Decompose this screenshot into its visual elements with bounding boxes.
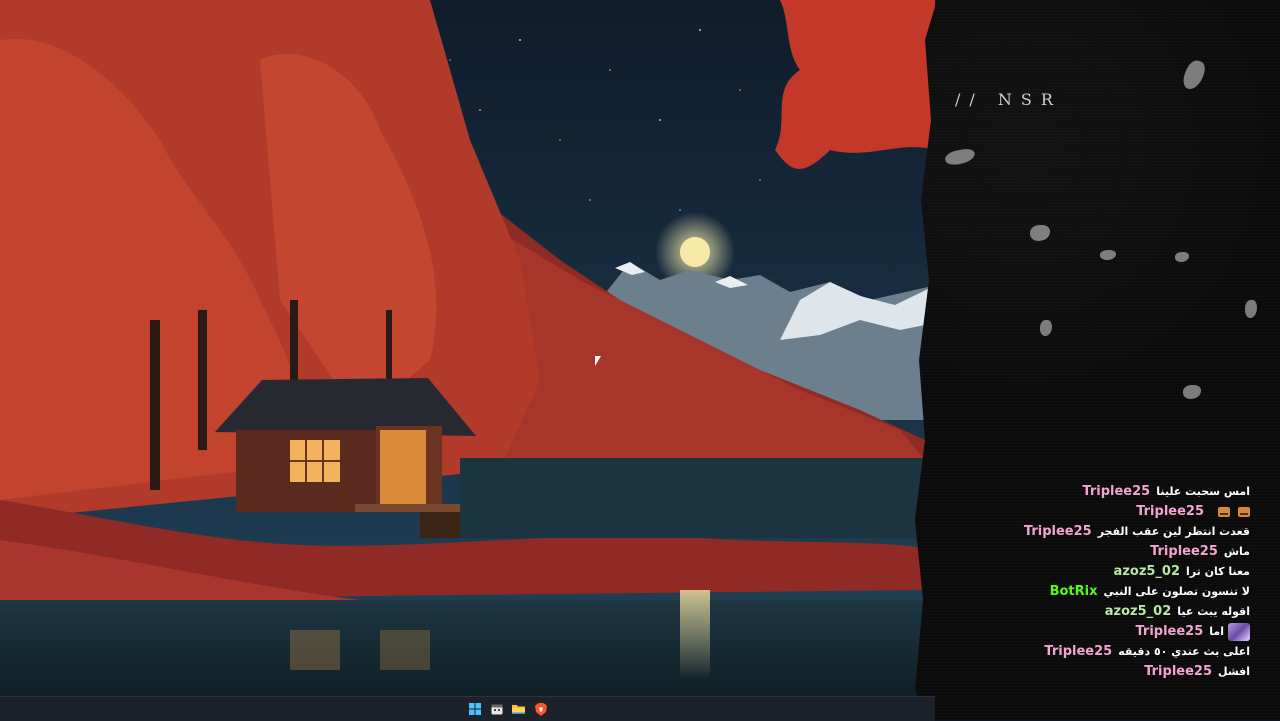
- chat-username[interactable]: Triplee25: [1136, 502, 1204, 522]
- chat-message: azoz5_02 معنا كان ترا: [1050, 562, 1250, 582]
- windows-start-icon[interactable]: [468, 703, 481, 716]
- chat-message-text: افشل: [1218, 665, 1250, 678]
- taskbar: [0, 696, 935, 721]
- chat-message: Triplee25 اما anime-emote-icon: [1050, 622, 1250, 642]
- chat-message: Triplee25 اعلى بث عندي ٥٠ دقيقه: [1044, 642, 1250, 662]
- chat-username[interactable]: Triplee25: [1144, 662, 1212, 682]
- emote-icon: emote-icon: [1218, 507, 1230, 517]
- chat-username[interactable]: Triplee25: [1082, 482, 1150, 502]
- chat-message: Triplee25 امس سحبت علينا: [1050, 482, 1250, 502]
- anime-emote-icon: anime-emote-icon: [1228, 623, 1250, 641]
- chat-username[interactable]: Triplee25: [1135, 622, 1203, 642]
- chat-username[interactable]: Triplee25: [1044, 642, 1112, 662]
- chat-message: Triplee25 ماش: [1050, 542, 1250, 562]
- chat-username[interactable]: Triplee25: [1024, 522, 1092, 542]
- chat-username[interactable]: azoz5_02: [1105, 602, 1171, 622]
- mouse-cursor: [595, 356, 601, 366]
- chat-feed: Triplee25 امس سحبت علينا Triplee25 emote-ic…: [1024, 482, 1250, 682]
- chat-message-text: قعدت انتظر لين عقب الفجر: [1097, 525, 1250, 538]
- chat-message: Triplee25 قعدت انتظر لين عقب الفجر: [1024, 522, 1250, 542]
- chat-message: Triplee25 emote-icon emote-icon: [1050, 502, 1250, 522]
- calendar-app-icon[interactable]: [490, 703, 503, 716]
- chat-message: bot-badge-iconverified-badge-iconBotRixل…: [1050, 582, 1250, 602]
- moon-icon: [680, 237, 710, 267]
- file-explorer-icon[interactable]: [512, 703, 525, 716]
- chat-message-text: امس سحبت علينا: [1156, 485, 1250, 498]
- chat-message-text: ماش: [1223, 545, 1250, 558]
- chat-username[interactable]: Triplee25: [1150, 542, 1218, 562]
- chat-message-text: اعلى بث عندي ٥٠ دقيقه: [1118, 645, 1250, 658]
- chat-message-text: اقوله يبث عيا: [1177, 605, 1250, 618]
- emote-icon: emote-icon: [1238, 507, 1250, 517]
- overlay-title: // NSR: [955, 90, 1062, 109]
- chat-username[interactable]: azoz5_02: [1114, 562, 1180, 582]
- brave-browser-icon[interactable]: [534, 702, 547, 716]
- chat-message: Triplee25 افشل: [1050, 662, 1250, 682]
- chat-message-text: اما: [1209, 625, 1224, 638]
- chat-message-text: معنا كان ترا: [1186, 565, 1250, 578]
- chat-message: azoz5_02 اقوله يبث عيا: [1050, 602, 1250, 622]
- chat-username[interactable]: BotRix: [1050, 582, 1098, 602]
- chat-message-text: لا تنسون تصلون على النبي: [1103, 585, 1251, 598]
